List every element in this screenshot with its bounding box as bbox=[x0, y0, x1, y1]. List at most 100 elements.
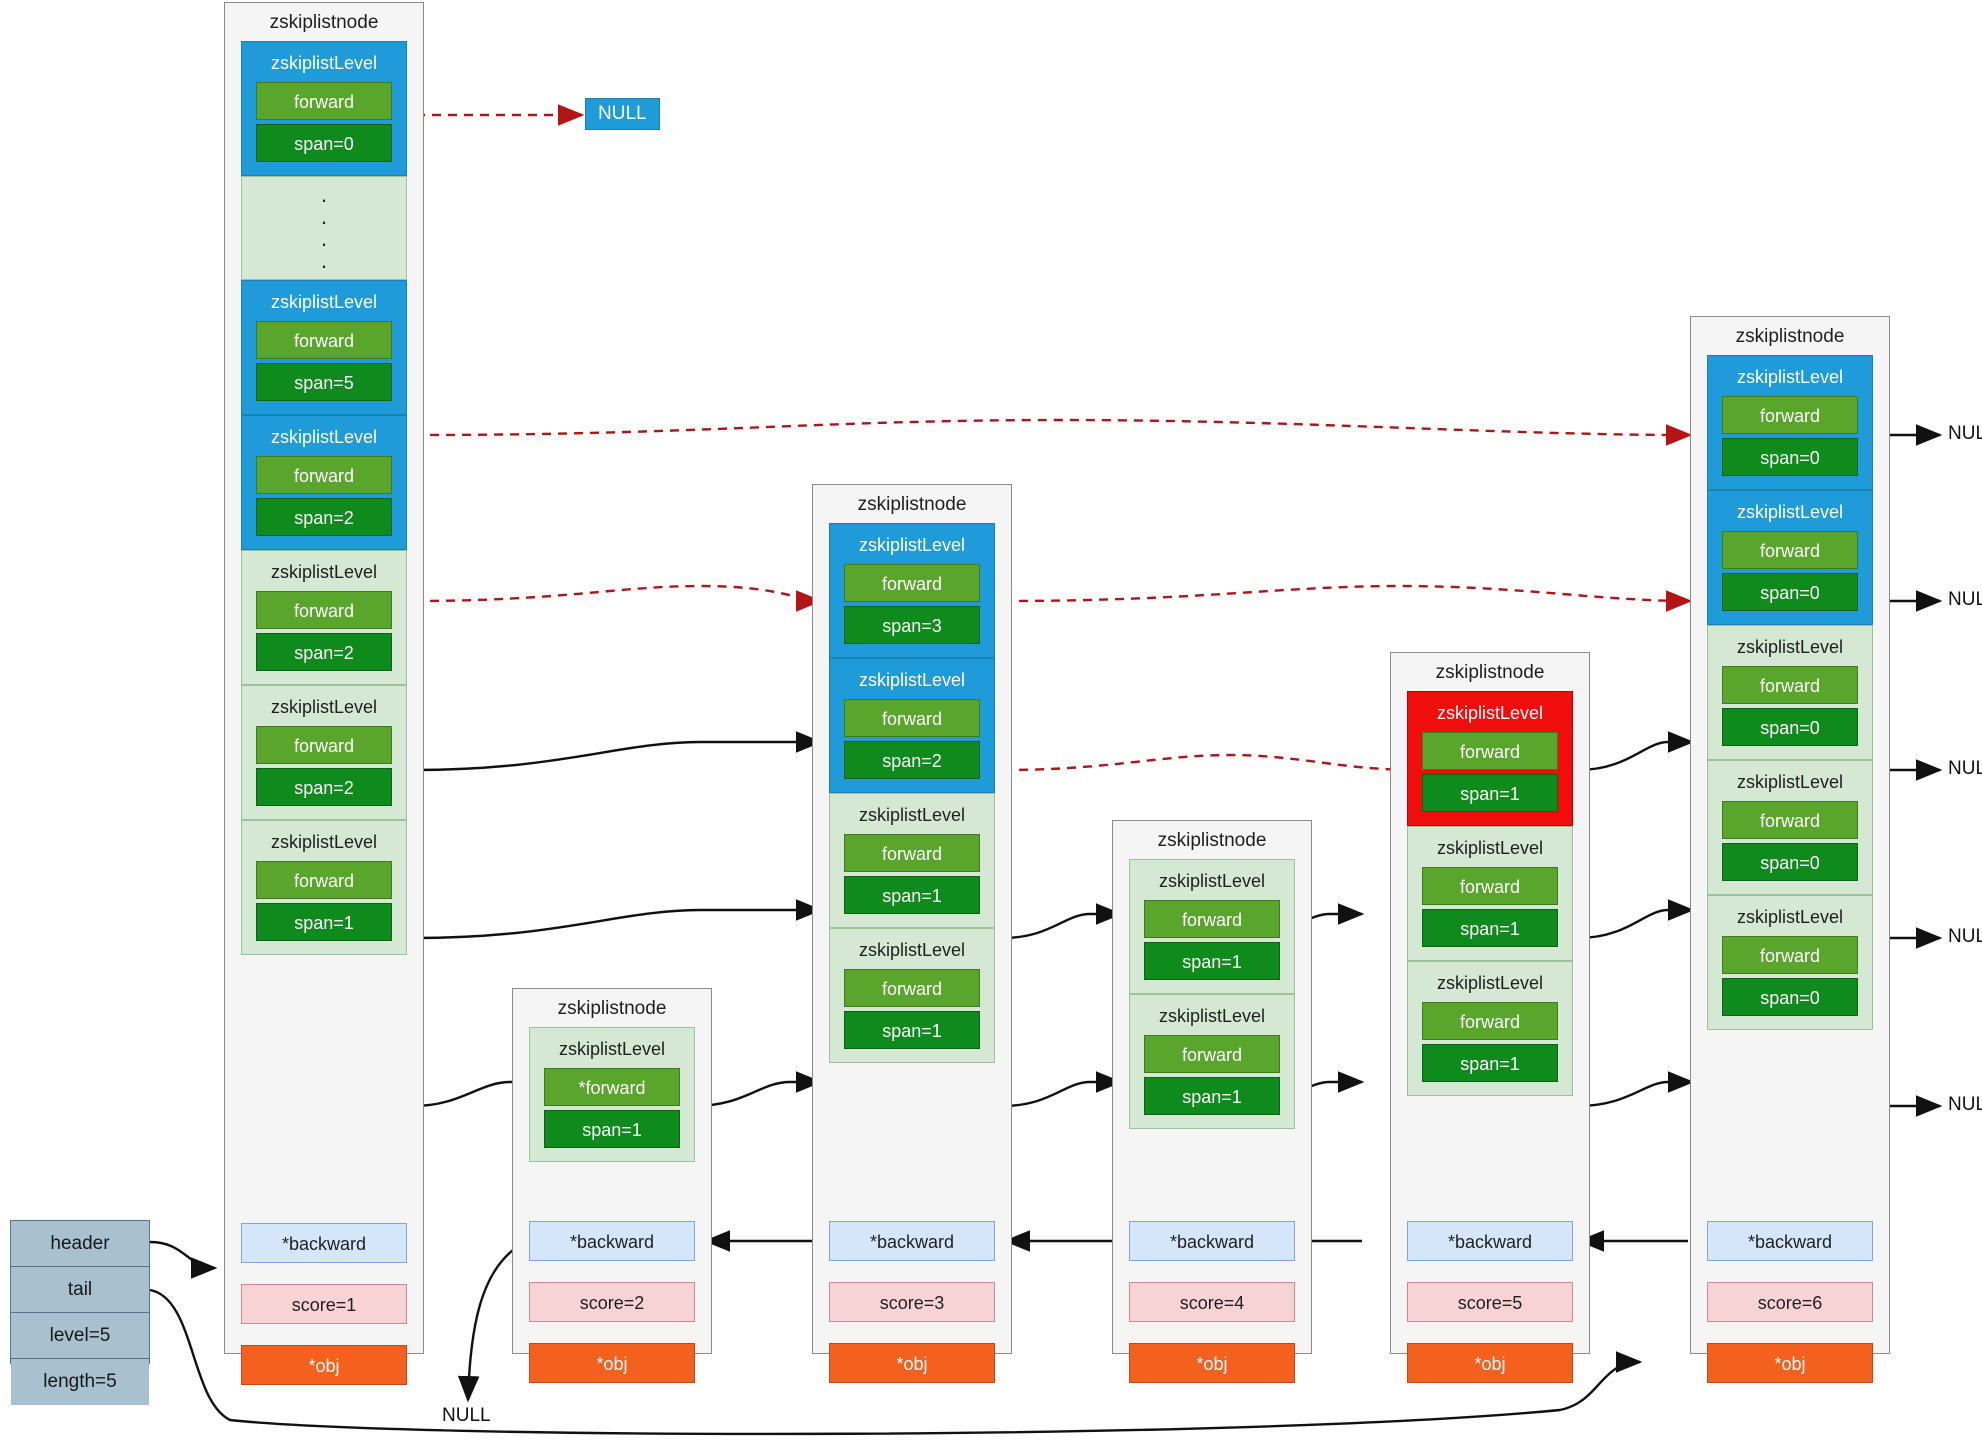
forward-field[interactable]: forward bbox=[1422, 1002, 1558, 1040]
backward-field[interactable]: *backward bbox=[1707, 1221, 1873, 1261]
forward-field[interactable]: forward bbox=[1722, 936, 1858, 974]
node-title: zskiplistnode bbox=[269, 12, 379, 33]
null-label-3: NULL bbox=[1948, 758, 1982, 779]
level-2: zskiplistLevel forward span=0 bbox=[1707, 625, 1873, 760]
level-0: zskiplistLevel *forward span=1 bbox=[529, 1027, 695, 1162]
score-field: score=3 bbox=[829, 1282, 995, 1322]
forward-field[interactable]: forward bbox=[844, 699, 980, 737]
level-5: zskiplistLevel forward span=0 bbox=[241, 41, 407, 176]
level-4: zskiplistLevel forward span=5 bbox=[241, 280, 407, 415]
level-title: zskiplistLevel bbox=[270, 697, 378, 717]
forward-field[interactable]: forward bbox=[1144, 900, 1280, 938]
arrow-zsl-header bbox=[149, 1240, 218, 1279]
level-1: zskiplistLevel forward span=0 bbox=[1707, 760, 1873, 895]
level-ellipsis: . . . . bbox=[241, 176, 407, 280]
forward-field[interactable]: forward bbox=[1144, 1035, 1280, 1073]
level-title: zskiplistLevel bbox=[270, 562, 378, 582]
dot: . bbox=[320, 248, 328, 273]
score-field: score=2 bbox=[529, 1282, 695, 1322]
span-field: span=1 bbox=[256, 903, 392, 941]
arrow-node3-l1-node5red bbox=[1002, 753, 1421, 781]
level-title: zskiplistLevel bbox=[858, 805, 966, 825]
zskiplist-struct: header tail level=5 length=5 bbox=[10, 1220, 150, 1405]
forward-field[interactable]: forward bbox=[256, 591, 392, 629]
backward-field[interactable]: *backward bbox=[1407, 1221, 1573, 1261]
skiplist-diagram: header tail level=5 length=5 NULL NULL N… bbox=[0, 0, 1982, 1442]
node-title: zskiplistnode bbox=[1157, 830, 1267, 851]
level-0: zskiplistLevel forward span=1 bbox=[1407, 961, 1573, 1096]
level-3: zskiplistLevel forward span=2 bbox=[241, 415, 407, 550]
node-title: zskiplistnode bbox=[557, 998, 667, 1019]
arrow-node5-l1-node6 bbox=[1577, 899, 1695, 940]
forward-field[interactable]: forward bbox=[1722, 531, 1858, 569]
forward-field[interactable]: forward bbox=[844, 834, 980, 872]
forward-field[interactable]: forward bbox=[1422, 732, 1558, 770]
span-field: span=0 bbox=[1722, 978, 1858, 1016]
forward-field[interactable]: forward bbox=[256, 321, 392, 359]
forward-field[interactable]: forward bbox=[256, 82, 392, 120]
obj-field[interactable]: *obj bbox=[829, 1343, 995, 1383]
level-title: zskiplistLevel bbox=[1436, 973, 1544, 993]
span-field: span=0 bbox=[1722, 438, 1858, 476]
forward-field[interactable]: forward bbox=[256, 456, 392, 494]
dot: . bbox=[320, 204, 328, 229]
forward-field[interactable]: forward bbox=[1722, 666, 1858, 704]
level-title: zskiplistLevel bbox=[270, 53, 378, 73]
forward-field[interactable]: forward bbox=[1422, 867, 1558, 905]
span-field: span=1 bbox=[1422, 774, 1558, 812]
forward-field[interactable]: *forward bbox=[544, 1068, 680, 1106]
score-field: score=4 bbox=[1129, 1282, 1295, 1322]
level-4: zskiplistLevel forward span=0 bbox=[1707, 355, 1873, 490]
level-3: zskiplistLevel forward span=3 bbox=[829, 523, 995, 658]
level-title: zskiplistLevel bbox=[270, 832, 378, 852]
null-label-1: NULL bbox=[1948, 423, 1982, 444]
backward-field[interactable]: *backward bbox=[241, 1223, 407, 1263]
level-0: zskiplistLevel forward span=1 bbox=[829, 928, 995, 1063]
arrow-node3-l0-node6 bbox=[1002, 584, 1693, 612]
arrow-node5-red-node6 bbox=[1577, 731, 1695, 772]
obj-field[interactable]: *obj bbox=[241, 1345, 407, 1385]
level-title: zskiplistLevel bbox=[558, 1039, 666, 1059]
span-field: span=1 bbox=[844, 876, 980, 914]
score-field: score=1 bbox=[241, 1284, 407, 1324]
span-field: span=0 bbox=[256, 124, 392, 162]
backward-field[interactable]: *backward bbox=[829, 1221, 995, 1261]
forward-field[interactable]: forward bbox=[844, 969, 980, 1007]
score-field: score=6 bbox=[1707, 1282, 1873, 1322]
backward-field[interactable]: *backward bbox=[529, 1221, 695, 1261]
node-title: zskiplistnode bbox=[1735, 326, 1845, 347]
level-3: zskiplistLevel forward span=0 bbox=[1707, 490, 1873, 625]
forward-field[interactable]: forward bbox=[1722, 396, 1858, 434]
level-0: zskiplistLevel forward span=1 bbox=[241, 820, 407, 955]
node-score-4: zskiplistnode zskiplistLevel forward spa… bbox=[1112, 820, 1312, 1383]
span-field: span=2 bbox=[256, 633, 392, 671]
zsl-row-header: header bbox=[11, 1221, 149, 1267]
dot: . bbox=[320, 226, 328, 251]
forward-field[interactable]: forward bbox=[844, 564, 980, 602]
node-score-2: zskiplistnode zskiplistLevel *forward sp… bbox=[512, 988, 712, 1383]
level-0: zskiplistLevel forward span=1 bbox=[1129, 994, 1295, 1129]
arrow-header-l4-node6 bbox=[413, 418, 1693, 446]
obj-field[interactable]: *obj bbox=[1129, 1343, 1295, 1383]
level-title: zskiplistLevel bbox=[1736, 907, 1844, 927]
span-field: span=2 bbox=[844, 741, 980, 779]
forward-field[interactable]: forward bbox=[256, 726, 392, 764]
level-1: zskiplistLevel forward span=1 bbox=[829, 793, 995, 928]
node-score-6: zskiplistnode zskiplistLevel forward spa… bbox=[1690, 316, 1890, 1383]
forward-field[interactable]: forward bbox=[256, 861, 392, 899]
level-title: zskiplistLevel bbox=[858, 940, 966, 960]
level-title: zskiplistLevel bbox=[1736, 772, 1844, 792]
level-title: zskiplistLevel bbox=[270, 427, 378, 447]
level-title: zskiplistLevel bbox=[1158, 1006, 1266, 1026]
obj-field[interactable]: *obj bbox=[1407, 1343, 1573, 1383]
obj-field[interactable]: *obj bbox=[529, 1343, 695, 1383]
span-field: span=1 bbox=[1422, 909, 1558, 947]
dot: . bbox=[320, 182, 328, 207]
obj-field[interactable]: *obj bbox=[1707, 1343, 1873, 1383]
backward-field[interactable]: *backward bbox=[1129, 1221, 1295, 1261]
level-title: zskiplistLevel bbox=[858, 670, 966, 690]
span-field: span=1 bbox=[544, 1110, 680, 1148]
null-label-5: NULL bbox=[1948, 1094, 1982, 1115]
arrow-node3-l2-node4 bbox=[1002, 903, 1123, 940]
forward-field[interactable]: forward bbox=[1722, 801, 1858, 839]
